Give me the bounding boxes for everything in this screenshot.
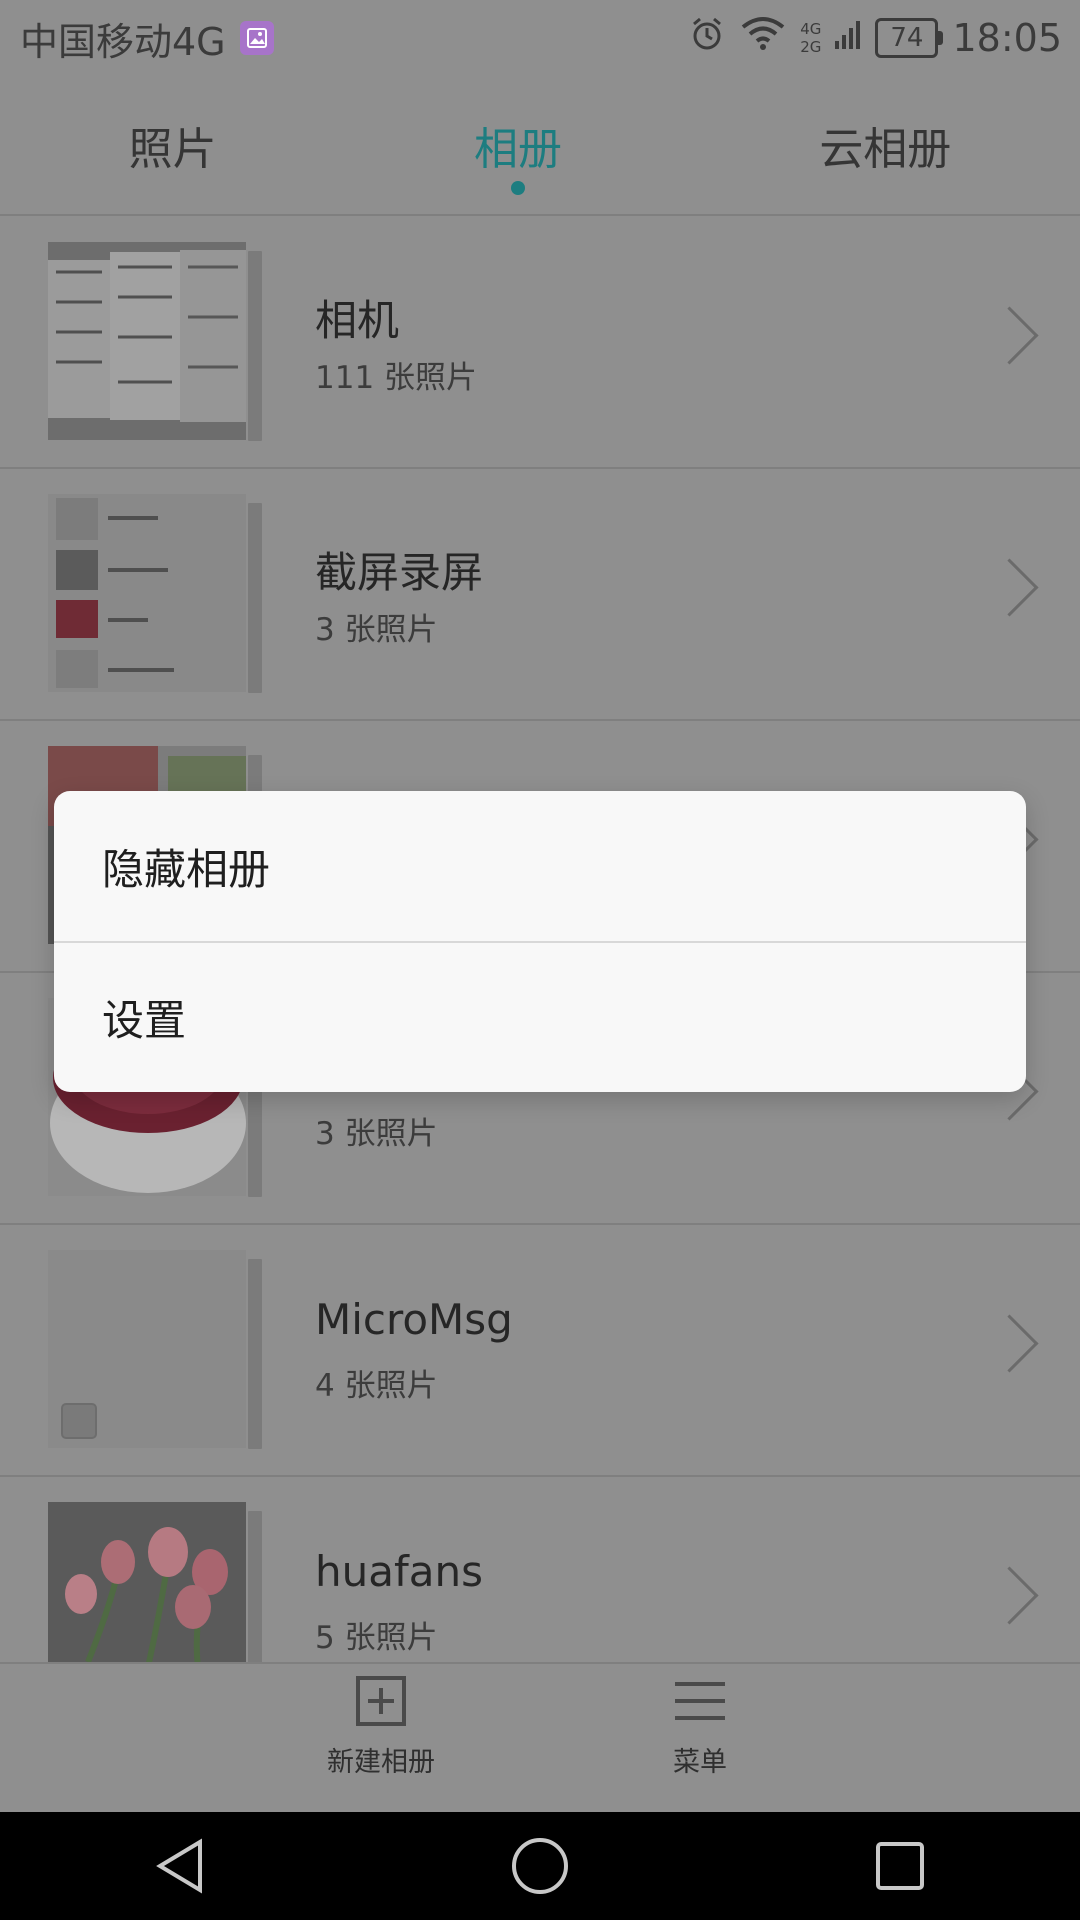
menu-item-hide-albums[interactable]: 隐藏相册 [54, 791, 1026, 941]
menu-item-settings[interactable]: 设置 [54, 942, 1026, 1092]
album-options-menu: 隐藏相册 设置 [54, 791, 1026, 1092]
